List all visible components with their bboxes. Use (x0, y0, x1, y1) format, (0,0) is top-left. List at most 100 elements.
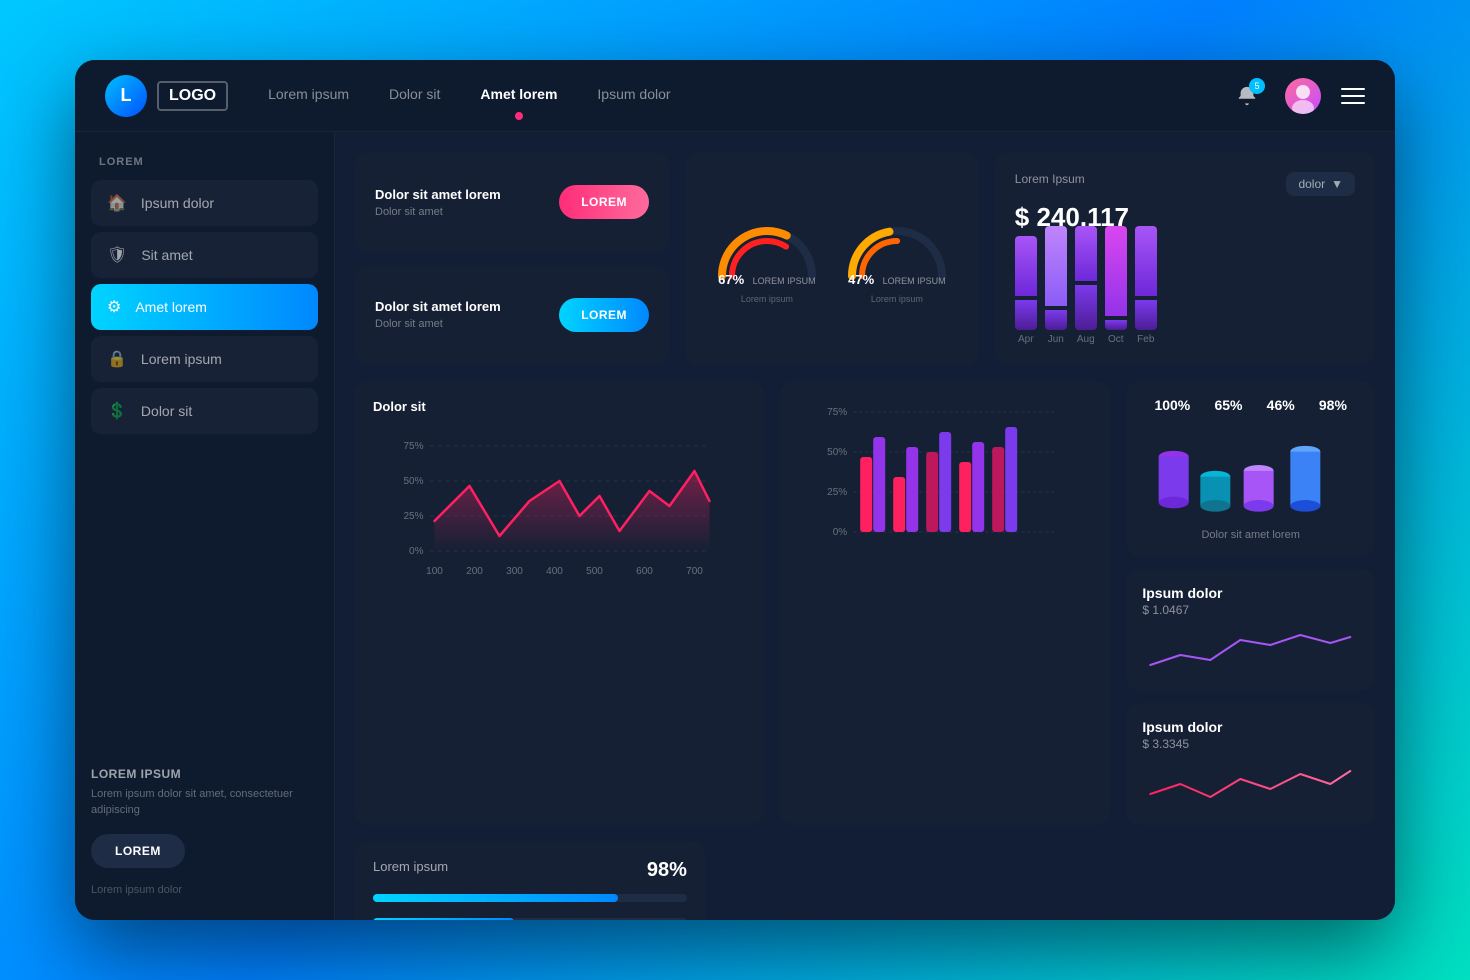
action-card-2-title: Dolor sit amet lorem (375, 299, 501, 314)
line-chart-card: Dolor sit 75% 50% 25% 0% (355, 381, 764, 825)
main-nav: Lorem ipsum Dolor sit Amet lorem Ipsum d… (268, 86, 1229, 106)
hamburger-menu[interactable] (1341, 88, 1365, 104)
bar-col-apr: Apr (1015, 236, 1037, 345)
gauge-2: 47% LOREM IPSUM Lorem ipsum (842, 211, 952, 307)
bar-col-aug: Aug (1075, 226, 1097, 345)
sidebar-bottom: LOREM IPSUM Lorem ipsum dolor sit amet, … (91, 767, 318, 896)
gauge-2-title: LOREM IPSUM (883, 276, 946, 286)
svg-text:75%: 75% (403, 441, 423, 452)
bar-col-jun: Jun (1045, 226, 1067, 345)
progress-header: Lorem ipsum 98% (373, 859, 687, 882)
action-card-1-button[interactable]: LOREM (559, 185, 649, 219)
action-card-1-text: Dolor sit amet lorem Dolor sit amet (375, 187, 501, 218)
header-right: 5 (1229, 78, 1365, 114)
svg-text:600: 600 (636, 566, 653, 577)
svg-text:0%: 0% (833, 527, 848, 538)
threed-stat-3: 46% (1267, 397, 1295, 413)
action-card-1-title: Dolor sit amet lorem (375, 187, 501, 202)
bar-seg-jun-top (1045, 226, 1067, 306)
threed-stat-4: 98% (1319, 397, 1347, 413)
action-card-2: Dolor sit amet lorem Dolor sit amet LORE… (355, 265, 669, 366)
sidebar-item-amet-lorem[interactable]: ⚙ Amet lorem (91, 284, 318, 330)
threed-stat-1: 100% (1154, 397, 1190, 413)
right-col: 100% 65% 46% 98% (1126, 381, 1375, 825)
svg-text:100: 100 (426, 566, 443, 577)
action-card-2-button[interactable]: LOREM (559, 298, 649, 332)
bar-col-feb: Feb (1135, 226, 1157, 345)
dollar-icon: 💲 (107, 401, 127, 421)
svg-text:400: 400 (546, 566, 563, 577)
sidebar-label-dolor-sit: Dolor sit (141, 403, 192, 419)
threed-pct-2: 65% (1214, 397, 1242, 413)
progress-bar-fill-1 (373, 894, 618, 902)
mini-stat-title-1: Ipsum dolor (1142, 585, 1359, 601)
chevron-down-icon: ▼ (1331, 177, 1343, 191)
bell-icon[interactable]: 5 (1229, 78, 1265, 114)
bar-label-aug: Aug (1077, 334, 1095, 345)
bar-label-jun: Jun (1048, 334, 1064, 345)
gauge-1-pct: 67% (718, 272, 744, 287)
svg-text:500: 500 (586, 566, 603, 577)
mini-stat-title-2: Ipsum dolor (1142, 719, 1359, 735)
bar-label-oct: Oct (1108, 334, 1124, 345)
action-card-1: Dolor sit amet lorem Dolor sit amet LORE… (355, 152, 669, 253)
sidebar-item-dolor-sit[interactable]: 💲 Dolor sit (91, 388, 318, 434)
bar-seg-aug-bot (1075, 285, 1097, 330)
gauge-wrapper: 67% LOREM IPSUM Lorem ipsum (712, 211, 952, 307)
sidebar-item-lorem-ipsum[interactable]: 🔒 Lorem ipsum (91, 336, 318, 382)
progress-card: Lorem ipsum 98% (355, 841, 705, 920)
gauge-1-subtitle: Lorem ipsum (741, 294, 793, 304)
stat-card-header: Lorem Ipsum dolor ▼ (1015, 172, 1355, 196)
settings-icon: ⚙ (107, 297, 121, 317)
bar-label-apr: Apr (1018, 334, 1034, 345)
sidebar: LOREM 🏠 Ipsum dolor 🛡 Sit amet ⚙ Amet lo… (75, 132, 335, 920)
sidebar-label-sit-amet: Sit amet (141, 247, 192, 263)
svg-text:700: 700 (686, 566, 703, 577)
gauge-2-subtitle: Lorem ipsum (871, 294, 923, 304)
logo-text: LOGO (157, 81, 228, 111)
action-card-2-text: Dolor sit amet lorem Dolor sit amet (375, 299, 501, 330)
nav-link-ipsum-dolor[interactable]: Ipsum dolor (597, 86, 670, 106)
mini-stat-card-2: Ipsum dolor $ 3.3345 (1126, 703, 1375, 825)
svg-text:300: 300 (506, 566, 523, 577)
sidebar-footer: Lorem ipsum dolor (91, 884, 318, 896)
threed-pct-4: 98% (1319, 397, 1347, 413)
mini-stat-value-2: $ 3.3345 (1142, 737, 1359, 751)
bar-seg-apr-top (1015, 236, 1037, 296)
nav-link-lorem-ipsum[interactable]: Lorem ipsum (268, 86, 349, 106)
bar-seg-aug-top (1075, 226, 1097, 281)
gauge-1: 67% LOREM IPSUM Lorem ipsum (712, 211, 822, 307)
stat-card-dropdown[interactable]: dolor ▼ (1286, 172, 1355, 196)
bar-col-oct: Oct (1105, 226, 1127, 345)
bar-label-feb: Feb (1137, 334, 1154, 345)
avatar[interactable] (1285, 78, 1321, 114)
action-card-2-sub: Dolor sit amet (375, 318, 501, 330)
nav-link-dolor-sit[interactable]: Dolor sit (389, 86, 440, 106)
lock-icon: 🔒 (107, 349, 127, 369)
svg-text:200: 200 (466, 566, 483, 577)
bar-seg-apr-bot (1015, 300, 1037, 330)
app-container: L LOGO Lorem ipsum Dolor sit Amet lorem … (75, 60, 1395, 920)
sidebar-label-ipsum-dolor: Ipsum dolor (141, 195, 214, 211)
bar-chart-small: Apr Jun Aug (1015, 245, 1355, 345)
logo-area: L LOGO (105, 75, 228, 117)
sidebar-button[interactable]: LOREM (91, 834, 185, 868)
mini-line-chart-1 (1142, 625, 1359, 675)
logo-circle: L (105, 75, 147, 117)
mini-stat-value-1: $ 1.0467 (1142, 603, 1359, 617)
svg-text:0%: 0% (409, 546, 424, 557)
row-2: Dolor sit 75% 50% 25% 0% (355, 381, 1375, 825)
sidebar-item-sit-amet[interactable]: 🛡 Sit amet (91, 232, 318, 278)
sidebar-item-ipsum-dolor[interactable]: 🏠 Ipsum dolor (91, 180, 318, 226)
progress-bar-track-2 (373, 918, 687, 920)
nav-link-amet-lorem[interactable]: Amet lorem (480, 86, 557, 106)
threed-header: 100% 65% 46% 98% (1142, 397, 1359, 413)
stat-card-title: Lorem Ipsum (1015, 172, 1085, 186)
progress-title: Lorem ipsum (373, 859, 448, 882)
bell-badge: 5 (1249, 78, 1265, 94)
svg-text:75%: 75% (827, 407, 847, 418)
gauge-1-title: LOREM IPSUM (753, 276, 816, 286)
spacer (721, 841, 1375, 920)
threed-pct-1: 100% (1154, 397, 1190, 413)
shield-icon: 🛡 (107, 245, 127, 265)
